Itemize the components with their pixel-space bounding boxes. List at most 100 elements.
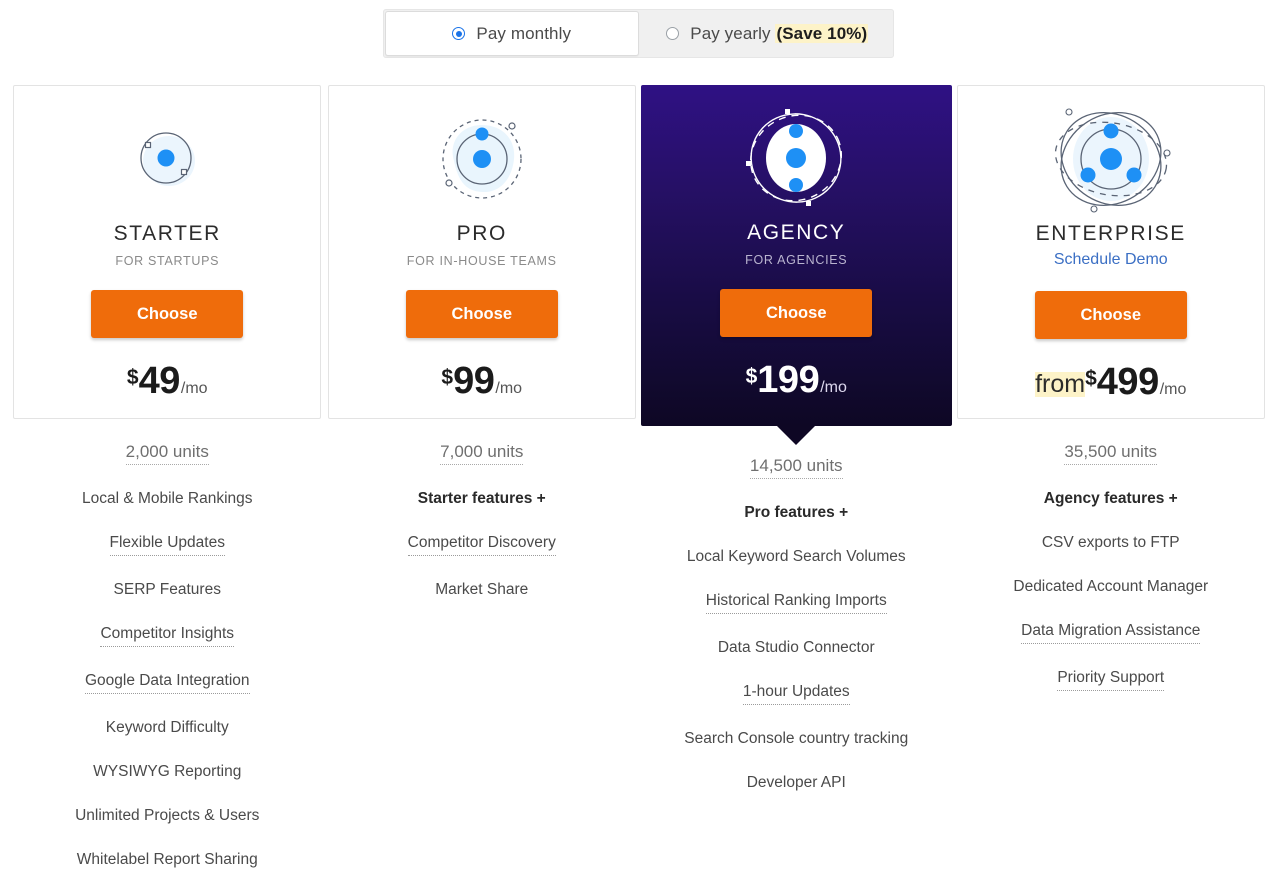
price-currency: $ [126, 366, 139, 389]
feature-item[interactable]: Historical Ranking Imports [639, 591, 954, 614]
plan-card-enterprise: ENTERPRISE Schedule Demo Choose from $499/mo [956, 85, 1265, 419]
price-prefix: from [1035, 369, 1086, 398]
radio-selected-icon [452, 27, 466, 40]
feature-item: Dedicated Account Manager [954, 577, 1269, 597]
choose-button-pro[interactable]: Choose [405, 290, 558, 338]
feature-label: Market Share [435, 581, 529, 598]
price-amount: 99 [453, 360, 495, 402]
toggle-option-monthly-label: Pay monthly [476, 23, 572, 43]
atom-1-orbit-icon [130, 94, 204, 224]
feature-item: Data Studio Connector [639, 638, 954, 658]
feature-item[interactable]: Data Migration Assistance [954, 621, 1269, 644]
feature-label: Competitor Discovery [407, 533, 556, 556]
feature-list-starter: Local & Mobile Rankings Flexible Updates S… [10, 465, 325, 870]
plan-name-pro: PRO [456, 222, 507, 245]
toggle-option-monthly[interactable]: Pay monthly [385, 11, 639, 56]
price-currency: $ [745, 365, 758, 388]
plan-card-pro: PRO FOR IN-HOUSE TEAMS Choose $99/mo [327, 85, 636, 419]
feature-list-enterprise: Agency features + CSV exports to FTP Dedic… [954, 465, 1269, 691]
feature-label: Starter features + [417, 490, 546, 507]
atom-2-orbit-icon [436, 94, 528, 224]
feature-item[interactable]: Google Data Integration [10, 671, 325, 694]
feature-label: Historical Ranking Imports [705, 591, 887, 614]
plan-card-starter: STARTER FOR STARTUPS Choose $49/mo [13, 85, 322, 419]
feature-item: Local & Mobile Rankings [10, 489, 325, 509]
feature-item: Unlimited Projects & Users [10, 806, 325, 826]
atom-4-orbit-icon [1047, 94, 1175, 224]
feature-label: Data Studio Connector [717, 639, 875, 656]
feature-label: Pro features + [744, 504, 849, 521]
price-currency: $ [441, 366, 454, 389]
price-period: /mo [495, 380, 523, 397]
feature-label: WYSIWYG Reporting [93, 763, 242, 780]
plan-name-starter: STARTER [113, 222, 221, 245]
plan-name-enterprise: ENTERPRISE [1035, 222, 1186, 245]
price-amount: 49 [138, 360, 181, 402]
radio-unselected-icon [666, 27, 680, 40]
feature-item[interactable]: Competitor Insights [10, 624, 325, 647]
price-currency: $ [1085, 367, 1097, 390]
featured-pointer-icon [777, 426, 816, 445]
atom-3-orbit-icon [742, 93, 850, 223]
price-period: /mo [820, 379, 847, 396]
save-badge: (Save 10%) [775, 23, 869, 43]
feature-label: Local Keyword Search Volumes [686, 548, 906, 565]
feature-label: Unlimited Projects & Users [75, 807, 260, 824]
feature-item: Market Share [325, 580, 640, 600]
schedule-demo-link[interactable]: Schedule Demo [1054, 251, 1168, 269]
feature-label: Whitelabel Report Sharing [76, 851, 258, 868]
feature-item: Agency features + [954, 489, 1269, 509]
plan-subtitle-starter: FOR STARTUPS [115, 254, 220, 268]
feature-item[interactable]: Priority Support [954, 668, 1269, 691]
feature-item: Developer API [639, 773, 954, 793]
toggle-option-yearly-label: Pay yearly (Save 10%) [690, 23, 869, 43]
price-amount: 499 [1096, 361, 1159, 403]
plan-column-agency: AGENCY FOR AGENCIES Choose $199/mo 14,500 un… [639, 85, 954, 870]
units-label-agency[interactable]: 14,500 units [749, 456, 843, 479]
feature-item: SERP Features [10, 580, 325, 600]
plan-name-agency: AGENCY [747, 221, 846, 244]
price-pro: $99/mo [441, 362, 522, 400]
feature-item: WYSIWYG Reporting [10, 762, 325, 782]
plan-subtitle-pro: FOR IN-HOUSE TEAMS [406, 254, 557, 268]
choose-button-enterprise[interactable]: Choose [1034, 291, 1187, 339]
price-enterprise: from $499/mo [1035, 363, 1186, 401]
price-period: /mo [1159, 381, 1187, 398]
feature-item[interactable]: 1-hour Updates [639, 682, 954, 705]
plan-column-enterprise: ENTERPRISE Schedule Demo Choose from $499/mo… [954, 85, 1269, 870]
price-starter: $49/mo [127, 362, 208, 400]
choose-button-starter[interactable]: Choose [91, 290, 244, 338]
feature-label: Agency features + [1043, 490, 1178, 507]
toggle-option-yearly[interactable]: Pay yearly (Save 10%) [641, 9, 894, 58]
feature-item: Starter features + [325, 489, 640, 509]
feature-label: Google Data Integration [84, 671, 250, 694]
feature-item[interactable]: Flexible Updates [10, 533, 325, 556]
feature-label: Search Console country tracking [684, 730, 909, 747]
units-label-starter[interactable]: 2,000 units [125, 442, 209, 465]
price-agency: $199/mo [746, 361, 847, 399]
price-period: /mo [180, 380, 208, 397]
feature-label: Dedicated Account Manager [1013, 578, 1209, 595]
feature-label: CSV exports to FTP [1041, 534, 1180, 551]
feature-item: CSV exports to FTP [954, 533, 1269, 553]
pricing-plans: STARTER FOR STARTUPS Choose $49/mo 2,000 uni… [10, 85, 1268, 870]
feature-label: Competitor Insights [100, 624, 235, 647]
feature-item: Whitelabel Report Sharing [10, 850, 325, 870]
feature-label: SERP Features [113, 581, 221, 598]
feature-label: 1-hour Updates [742, 682, 850, 705]
feature-item: Local Keyword Search Volumes [639, 547, 954, 567]
choose-button-agency[interactable]: Choose [720, 289, 873, 337]
feature-list-agency: Pro features + Local Keyword Search Volum… [639, 479, 954, 793]
feature-list-pro: Starter features + Competitor Discovery Ma… [325, 465, 640, 600]
units-label-pro[interactable]: 7,000 units [440, 442, 524, 465]
feature-item: Keyword Difficulty [10, 718, 325, 738]
feature-label: Flexible Updates [109, 533, 225, 556]
units-label-enterprise[interactable]: 35,500 units [1064, 442, 1158, 465]
plan-column-pro: PRO FOR IN-HOUSE TEAMS Choose $99/mo 7,000 u… [325, 85, 640, 870]
billing-period-toggle[interactable]: Pay monthly Pay yearly (Save 10%) [383, 9, 894, 58]
feature-item[interactable]: Competitor Discovery [325, 533, 640, 556]
feature-label: Data Migration Assistance [1021, 621, 1201, 644]
feature-label: Local & Mobile Rankings [81, 490, 253, 507]
feature-item: Pro features + [639, 503, 954, 523]
plan-column-starter: STARTER FOR STARTUPS Choose $49/mo 2,000 uni… [10, 85, 325, 870]
